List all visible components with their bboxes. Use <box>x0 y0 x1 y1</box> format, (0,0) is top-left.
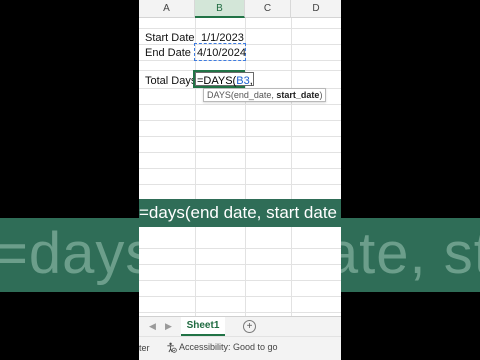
formula-reference-b3: B3 <box>236 75 250 87</box>
scroll-tabs-right-icon[interactable]: ▶ <box>165 321 172 332</box>
cell-a3-end-date-label[interactable]: End Date <box>145 45 191 61</box>
column-header-a[interactable]: A <box>139 0 195 18</box>
formula-comma: , <box>249 75 253 87</box>
accessibility-icon <box>167 342 177 353</box>
grid-line <box>139 28 341 29</box>
sheet-tab-bar: ◀ ▶ Sheet1 + <box>139 316 341 336</box>
video-caption: =days(end date, start date <box>139 199 341 227</box>
grid-line <box>139 168 341 169</box>
column-header-row: A B C D <box>139 0 341 18</box>
grid-line <box>139 248 341 249</box>
grid-line <box>139 296 341 297</box>
cell-b5-formula-editor[interactable]: =DAYS(B3, <box>195 72 254 87</box>
cell-a5-total-days-label[interactable]: Total Days <box>145 73 196 89</box>
tooltip-function-name: DAYS( <box>207 90 234 100</box>
formula-prefix: =DAYS( <box>197 75 237 87</box>
column-header-c[interactable]: C <box>245 0 291 18</box>
status-bar: ter Accessibility: Good to go <box>139 336 341 360</box>
grid-line <box>139 104 341 105</box>
spreadsheet-screen: A B C D Start Date 1/1/2023 End Date 4/1… <box>139 0 341 360</box>
grid-line <box>195 18 196 316</box>
accessibility-status[interactable]: Accessibility: Good to go <box>166 342 278 353</box>
grid-line <box>139 136 341 137</box>
grid-line <box>139 264 341 265</box>
tooltip-close-paren: ) <box>319 90 323 100</box>
status-fragment: ter <box>139 343 150 353</box>
tooltip-arg-end-date[interactable]: end_date <box>234 90 272 100</box>
grid-line <box>139 312 341 313</box>
scroll-tabs-left-icon[interactable]: ◀ <box>149 321 156 332</box>
grid-line <box>139 280 341 281</box>
grid-line <box>139 120 341 121</box>
cell-a2-start-date-label[interactable]: Start Date <box>145 30 195 46</box>
grid-line <box>245 18 246 316</box>
column-header-b[interactable]: B <box>195 0 245 18</box>
function-argument-tooltip[interactable]: DAYS(end_date, start_date) <box>203 88 327 102</box>
grid-line <box>139 152 341 153</box>
grid-line <box>139 184 341 185</box>
cell-grid[interactable]: Start Date 1/1/2023 End Date 4/10/2024 T… <box>139 18 341 316</box>
column-header-d[interactable]: D <box>291 0 341 18</box>
accessibility-status-label: Accessibility: Good to go <box>179 342 278 352</box>
tooltip-arg-start-date[interactable]: start_date <box>276 90 319 100</box>
add-sheet-icon[interactable]: + <box>243 320 256 333</box>
grid-line <box>291 18 292 316</box>
sheet-tab-sheet1[interactable]: Sheet1 <box>181 317 225 336</box>
cell-b3-end-date-value[interactable]: 4/10/2024 <box>197 45 246 61</box>
